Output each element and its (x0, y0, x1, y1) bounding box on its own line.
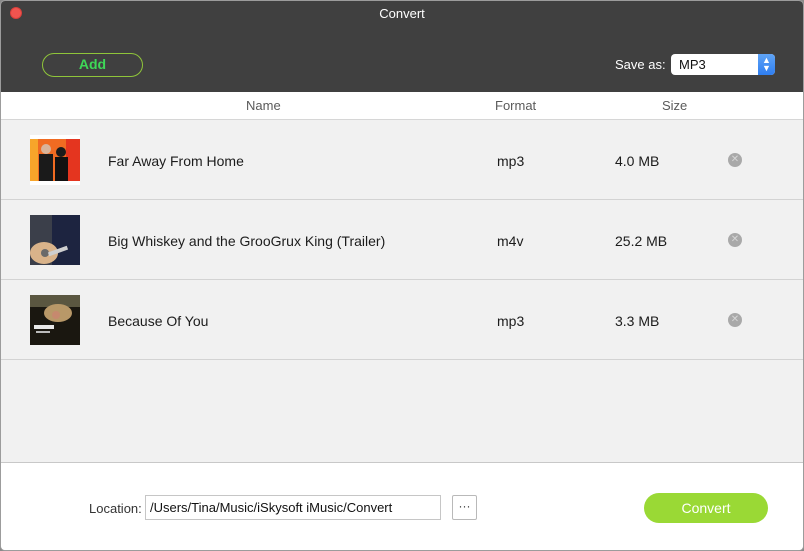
location-input[interactable] (145, 495, 441, 520)
save-as-value: MP3 (679, 57, 706, 72)
add-button[interactable]: Add (42, 53, 143, 77)
convert-window: Convert Add Save as: MP3 ▲ ▼ Name Format … (0, 0, 804, 551)
save-as-label: Save as: (615, 57, 666, 72)
location-label: Location: (89, 501, 142, 516)
table-row[interactable]: Because Of You mp3 3.3 MB ✕ (1, 280, 803, 360)
remove-icon[interactable]: ✕ (728, 153, 742, 167)
window-title: Convert (379, 6, 425, 21)
file-size: 25.2 MB (615, 233, 668, 249)
title-bar: Convert Add Save as: MP3 ▲ ▼ (1, 1, 803, 92)
convert-button[interactable]: Convert (644, 493, 768, 523)
file-name: Because Of You (108, 313, 209, 329)
file-size: 4.0 MB (615, 153, 660, 169)
remove-icon[interactable]: ✕ (728, 233, 742, 247)
file-format: m4v (497, 233, 524, 249)
album-art-thumbnail (30, 295, 80, 345)
file-format: mp3 (497, 153, 525, 169)
table-header: Name Format Size (1, 92, 803, 120)
remove-icon[interactable]: ✕ (728, 313, 742, 327)
column-header-size[interactable]: Size (662, 98, 687, 113)
file-name: Big Whiskey and the GrooGrux King (Trail… (108, 233, 386, 249)
album-art-thumbnail (30, 135, 80, 185)
browse-button[interactable]: ··· (452, 495, 477, 520)
list-empty-area (1, 360, 803, 462)
footer: Location: ··· Convert (1, 462, 803, 550)
video-thumbnail (30, 215, 80, 265)
file-size: 3.3 MB (615, 313, 660, 329)
column-header-name[interactable]: Name (246, 98, 281, 113)
chevron-updown-icon[interactable]: ▲ ▼ (758, 54, 775, 75)
file-format: mp3 (497, 313, 525, 329)
column-header-format[interactable]: Format (495, 98, 536, 113)
table-row[interactable]: Far Away From Home mp3 4.0 MB ✕ (1, 120, 803, 200)
file-list: Far Away From Home mp3 4.0 MB ✕ Big Whis… (1, 120, 803, 360)
file-name: Far Away From Home (108, 153, 244, 169)
table-row[interactable]: Big Whiskey and the GrooGrux King (Trail… (1, 200, 803, 280)
save-as-select[interactable]: MP3 ▲ ▼ (671, 54, 775, 75)
